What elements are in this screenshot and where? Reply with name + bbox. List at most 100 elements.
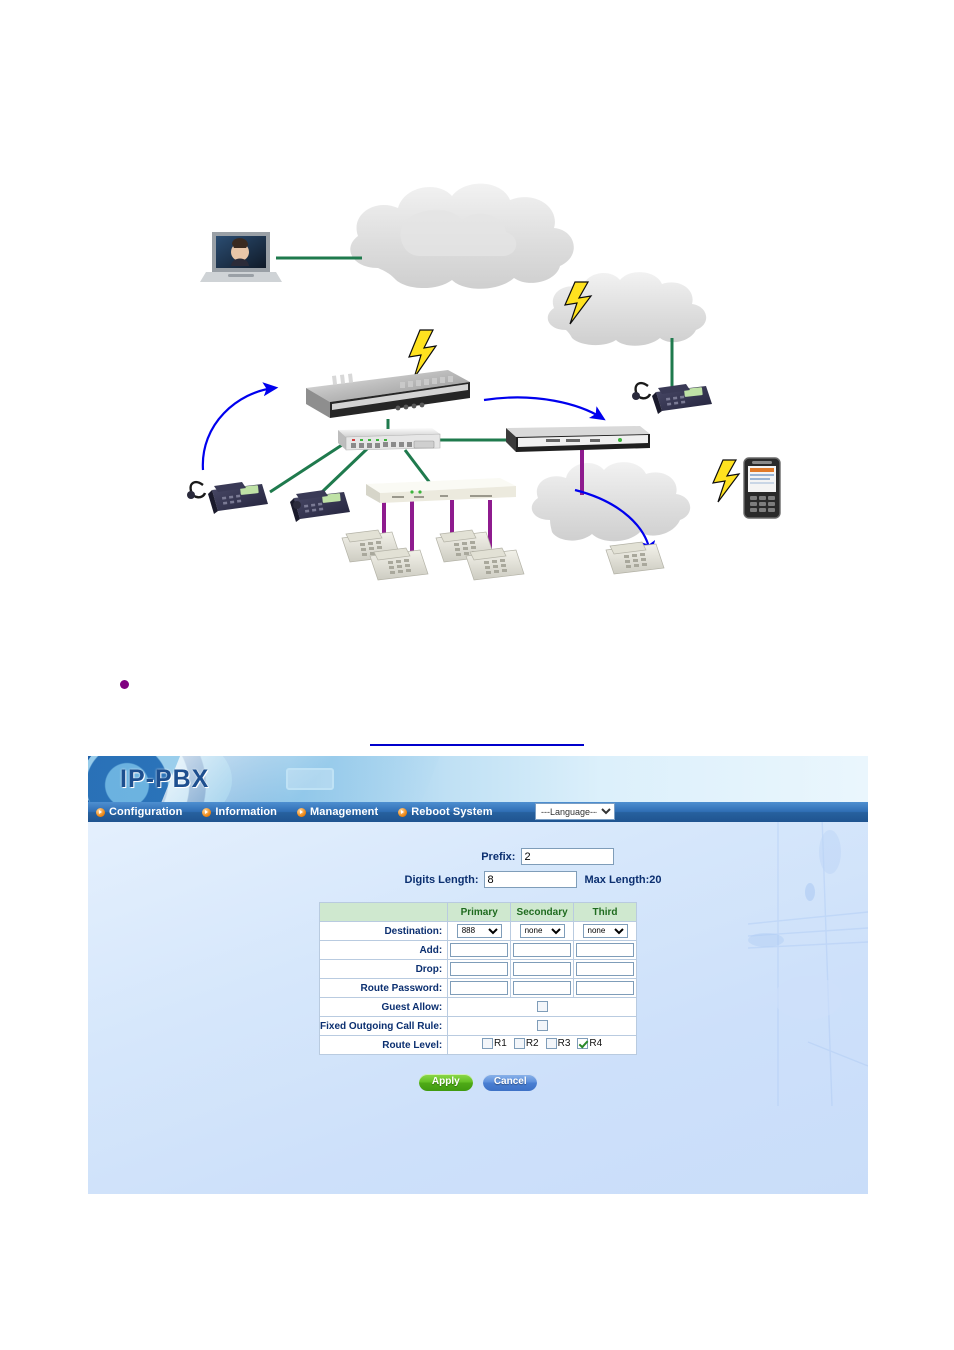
ip-phone-headset-left: [187, 480, 268, 514]
cell-drop-third: [573, 959, 637, 979]
row-label-guest-allow: Guest Allow:: [318, 997, 449, 1017]
prefix-input[interactable]: [521, 848, 615, 865]
table-row-guest-allow: Guest Allow:: [318, 997, 637, 1017]
cell-add-secondary: [510, 940, 575, 960]
bullet-list-item: [120, 676, 520, 696]
route-level-r1-checkbox[interactable]: [482, 1038, 494, 1049]
cell-route-password-primary: [447, 978, 512, 998]
bolt-cloud-to-pbx: [408, 329, 438, 379]
route-level-r3-checkbox[interactable]: [545, 1038, 557, 1049]
link-switch-ipphone-a: [269, 441, 346, 494]
play-bullet-icon: [96, 807, 105, 817]
route-level-group: R1 R2 R3 R4: [482, 1038, 602, 1049]
cancel-button[interactable]: Cancel: [483, 1073, 538, 1091]
apply-button[interactable]: Apply: [418, 1073, 473, 1091]
link-underline[interactable]: [370, 744, 584, 746]
internet-cloud-large: [350, 183, 574, 289]
main-navbar: Configuration Information Management Reb…: [88, 802, 868, 822]
route-level-r4-label: R4: [589, 1038, 603, 1049]
route-level-r2-label: R2: [525, 1038, 539, 1049]
digits-length-input[interactable]: [484, 871, 578, 888]
route-password-third-input[interactable]: [576, 980, 635, 995]
table-row-destination: Destination: 888 none none: [318, 921, 637, 941]
fixed-outgoing-call-rule-checkbox[interactable]: [536, 1020, 548, 1032]
add-primary-input[interactable]: [450, 942, 509, 957]
route-level-r3-label: R3: [557, 1038, 571, 1049]
language-select[interactable]: ---Language---: [535, 803, 615, 820]
cell-destination-third: none: [573, 921, 637, 941]
route-password-secondary-input[interactable]: [513, 980, 572, 995]
table-row-drop: Drop:: [318, 959, 637, 979]
cell-drop-primary: [447, 959, 512, 979]
drop-third-input[interactable]: [576, 961, 635, 976]
route-level-r3[interactable]: R3: [545, 1038, 571, 1049]
add-third-input[interactable]: [576, 942, 635, 957]
nav-item-management[interactable]: Management: [297, 806, 378, 818]
cell-add-primary: [447, 940, 512, 960]
col-header-third: Third: [573, 902, 637, 922]
table-row-add: Add:: [318, 940, 637, 960]
route-level-r2[interactable]: R2: [513, 1038, 539, 1049]
table-row-route-password: Route Password:: [318, 978, 637, 998]
table-row-route-level: Route Level: R1 R2 R3 R4: [318, 1035, 637, 1055]
route-level-r1-label: R1: [494, 1038, 507, 1049]
voip-gateway: [506, 426, 650, 452]
app-header: IP-PBX: [88, 756, 868, 802]
nav-item-configuration[interactable]: Configuration: [96, 806, 182, 818]
route-level-r1[interactable]: R1: [482, 1038, 507, 1049]
col-header-secondary: Secondary: [510, 902, 575, 922]
route-level-r4-checkbox[interactable]: [577, 1038, 589, 1049]
cell-guest-allow: [447, 997, 637, 1017]
cell-add-third: [573, 940, 637, 960]
guest-allow-checkbox[interactable]: [536, 1001, 548, 1013]
prefix-label: Prefix:: [481, 850, 516, 863]
table-header-row: Primary Secondary Third: [318, 902, 637, 922]
cell-fixed-outgoing-call-rule: [447, 1016, 637, 1036]
digits-length-row: Digits Length: Max Length:20: [88, 871, 868, 888]
link-switch-fxsgw: [403, 449, 432, 484]
drop-primary-input[interactable]: [450, 961, 509, 976]
route-password-primary-input[interactable]: [450, 980, 509, 995]
flow-arrow-right: [483, 396, 606, 421]
cell-route-password-secondary: [510, 978, 575, 998]
ip-phone-left: [290, 490, 350, 522]
bullet-dot-icon: [120, 680, 129, 690]
nav-label-configuration: Configuration: [109, 806, 183, 818]
analog-phone-4: [465, 547, 525, 581]
row-label-fixed-outgoing-call-rule: Fixed Outgoing Call Rule:: [318, 1016, 449, 1036]
nav-item-information[interactable]: Information: [202, 806, 277, 818]
drop-secondary-input[interactable]: [513, 961, 572, 976]
internet-cloud-right: [547, 272, 707, 346]
destination-primary-select[interactable]: 888: [456, 923, 502, 938]
add-secondary-input[interactable]: [513, 942, 572, 957]
app-logo: IP-PBX: [120, 765, 210, 793]
form-actions: Apply Cancel: [88, 1071, 868, 1091]
prefix-row: Prefix:: [88, 848, 868, 865]
ethernet-switch: [338, 428, 441, 451]
mobile-phone: [743, 457, 781, 519]
row-label-drop: Drop:: [318, 959, 449, 979]
col-header-primary: Primary: [447, 902, 512, 922]
nav-item-reboot-system[interactable]: Reboot System: [398, 806, 493, 818]
outgoing-call-rule-form: Prefix: Digits Length: Max Length:20 Pri…: [88, 822, 868, 1091]
cell-destination-secondary: none: [510, 921, 575, 941]
play-bullet-icon: [398, 807, 408, 817]
analog-phone-2: [369, 547, 429, 581]
ip-pbx-web-ui: IP-PBX Configuration Information Managem…: [88, 756, 868, 1194]
cell-route-level: R1 R2 R3 R4: [447, 1035, 637, 1055]
flow-arrow-left: [201, 382, 279, 471]
destination-secondary-select[interactable]: none: [519, 923, 565, 938]
row-label-route-password: Route Password:: [318, 978, 449, 998]
max-length-note: Max Length:20: [584, 873, 662, 886]
cell-route-password-third: [573, 978, 637, 998]
nav-label-information: Information: [215, 806, 278, 818]
destination-third-select[interactable]: none: [582, 923, 628, 938]
row-label-add: Add:: [318, 940, 449, 960]
route-level-r4[interactable]: R4: [577, 1038, 602, 1049]
route-level-r2-checkbox[interactable]: [513, 1038, 525, 1049]
network-topology-diagram: [0, 0, 954, 640]
cell-drop-secondary: [510, 959, 575, 979]
table-row-fixed-outgoing-call-rule: Fixed Outgoing Call Rule:: [318, 1016, 637, 1036]
ip-pbx-appliance: [306, 370, 470, 418]
cell-destination-primary: 888: [447, 921, 512, 941]
